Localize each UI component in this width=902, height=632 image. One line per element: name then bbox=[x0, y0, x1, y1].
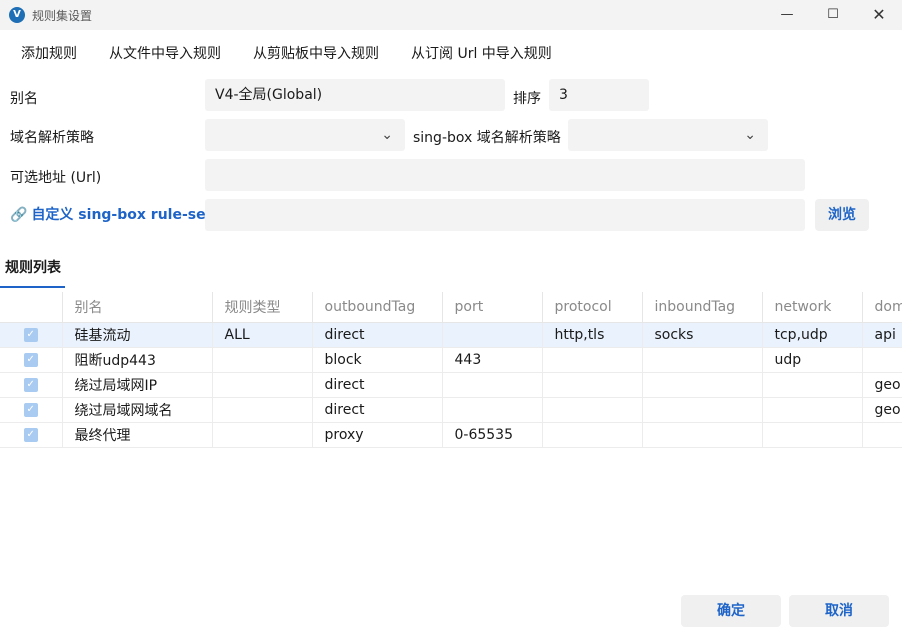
table-cell: 绕过局域网IP bbox=[62, 372, 213, 398]
column-header[interactable]: protocol bbox=[542, 292, 643, 323]
table-cell bbox=[642, 347, 763, 373]
ruleset-link[interactable]: 🔗 自定义 sing-box rule-set bbox=[10, 204, 212, 224]
window-title: 规则集设置 bbox=[32, 9, 93, 23]
table-row[interactable]: ✓ 绕过局域网域名 direct geo bbox=[0, 397, 902, 423]
table-cell bbox=[542, 397, 643, 423]
table-cell bbox=[862, 347, 902, 373]
import-from-file-button[interactable]: 从文件中导入规则 bbox=[109, 43, 221, 63]
table-row[interactable]: ✓ 阻断udp443 block 443 udp bbox=[0, 347, 902, 373]
table-cell: socks bbox=[642, 322, 763, 348]
table-cell: 硅基流动 bbox=[62, 322, 213, 348]
title-bar[interactable]: V 规则集设置 — ☐ ✕ bbox=[0, 0, 902, 30]
column-header[interactable]: port bbox=[442, 292, 543, 323]
import-from-clipboard-button[interactable]: 从剪贴板中导入规则 bbox=[253, 43, 379, 63]
table-cell: ALL bbox=[212, 322, 313, 348]
column-header[interactable]: 规则类型 bbox=[212, 292, 313, 323]
checkbox-checked-icon[interactable]: ✓ bbox=[23, 327, 38, 342]
row-checkbox-cell[interactable]: ✓ bbox=[0, 372, 63, 398]
table-cell: tcp,udp bbox=[762, 322, 863, 348]
alias-input[interactable]: V4-全局(Global) bbox=[205, 79, 505, 111]
add-rule-button[interactable]: 添加规则 bbox=[21, 43, 77, 63]
column-header[interactable] bbox=[0, 292, 63, 323]
table-cell bbox=[762, 372, 863, 398]
table-cell: geo bbox=[862, 372, 902, 398]
table-row[interactable]: ✓ 绕过局域网IP direct geo bbox=[0, 372, 902, 398]
sort-label: 排序 bbox=[513, 91, 541, 107]
table-cell bbox=[642, 397, 763, 423]
ruleset-label: 自定义 sing-box rule-set bbox=[31, 207, 213, 223]
row-checkbox-cell[interactable]: ✓ bbox=[0, 397, 63, 423]
singbox-strategy-select[interactable]: ⌄ bbox=[568, 119, 768, 151]
tab-indicator bbox=[0, 286, 65, 288]
table-cell bbox=[442, 397, 543, 423]
row-checkbox-cell[interactable]: ✓ bbox=[0, 422, 63, 448]
table-cell: direct bbox=[312, 397, 443, 423]
table-header: 别名 规则类型 outboundTag port protocol inboun… bbox=[0, 292, 902, 323]
import-from-url-button[interactable]: 从订阅 Url 中导入规则 bbox=[411, 43, 552, 63]
url-input[interactable] bbox=[205, 159, 805, 191]
minimize-icon[interactable]: — bbox=[764, 0, 810, 30]
table-row[interactable]: ✓ 硅基流动 ALL direct http,tls socks tcp,udp… bbox=[0, 322, 902, 348]
close-icon[interactable]: ✕ bbox=[856, 0, 902, 30]
table-cell bbox=[762, 422, 863, 448]
table-cell: proxy bbox=[312, 422, 443, 448]
table-cell bbox=[642, 372, 763, 398]
domain-strategy-label: 域名解析策略 bbox=[10, 130, 94, 146]
ruleset-input[interactable] bbox=[205, 199, 805, 231]
table-cell: 443 bbox=[442, 347, 543, 373]
table-cell: 阻断udp443 bbox=[62, 347, 213, 373]
table-cell bbox=[542, 347, 643, 373]
ok-button[interactable]: 确定 bbox=[681, 595, 781, 627]
row-checkbox-cell[interactable]: ✓ bbox=[0, 322, 63, 348]
table-cell bbox=[542, 422, 643, 448]
table-cell: direct bbox=[312, 322, 443, 348]
singbox-strategy-label: sing-box 域名解析策略 bbox=[413, 130, 561, 146]
table-cell bbox=[642, 422, 763, 448]
sort-input[interactable]: 3 bbox=[549, 79, 649, 111]
app-logo-icon: V bbox=[9, 7, 25, 23]
table-cell: 绕过局域网域名 bbox=[62, 397, 213, 423]
rules-table[interactable]: 别名 规则类型 outboundTag port protocol inboun… bbox=[0, 292, 902, 449]
table-cell bbox=[442, 322, 543, 348]
table-row[interactable]: ✓ 最终代理 proxy 0-65535 bbox=[0, 422, 902, 448]
checkbox-checked-icon[interactable]: ✓ bbox=[23, 377, 38, 392]
column-header[interactable]: inboundTag bbox=[642, 292, 763, 323]
column-header[interactable]: outboundTag bbox=[312, 292, 443, 323]
table-cell bbox=[212, 372, 313, 398]
table-cell: geo bbox=[862, 397, 902, 423]
table-cell bbox=[442, 372, 543, 398]
row-checkbox-cell[interactable]: ✓ bbox=[0, 347, 63, 373]
table-cell bbox=[542, 372, 643, 398]
table-cell: http,tls bbox=[542, 322, 643, 348]
chevron-down-icon: ⌄ bbox=[381, 127, 393, 143]
url-label: 可选地址 (Url) bbox=[10, 170, 102, 186]
column-header[interactable]: domain bbox=[862, 292, 902, 323]
checkbox-checked-icon[interactable]: ✓ bbox=[23, 427, 38, 442]
tab-rule-list[interactable]: 规则列表 bbox=[5, 257, 61, 277]
link-icon: 🔗 bbox=[10, 207, 28, 223]
column-header[interactable]: 别名 bbox=[62, 292, 213, 323]
cancel-button[interactable]: 取消 bbox=[789, 595, 889, 627]
table-cell bbox=[212, 397, 313, 423]
table-cell: udp bbox=[762, 347, 863, 373]
table-cell: 最终代理 bbox=[62, 422, 213, 448]
chevron-down-icon: ⌄ bbox=[744, 127, 756, 143]
checkbox-checked-icon[interactable]: ✓ bbox=[23, 352, 38, 367]
browse-button[interactable]: 浏览 bbox=[815, 199, 869, 231]
domain-strategy-select[interactable]: ⌄ bbox=[205, 119, 405, 151]
table-cell: 0-65535 bbox=[442, 422, 543, 448]
table-cell bbox=[862, 422, 902, 448]
table-cell: direct bbox=[312, 372, 443, 398]
column-header[interactable]: network bbox=[762, 292, 863, 323]
table-cell: block bbox=[312, 347, 443, 373]
alias-label: 别名 bbox=[10, 91, 38, 107]
table-cell: api bbox=[862, 322, 902, 348]
table-cell bbox=[212, 422, 313, 448]
table-cell bbox=[212, 347, 313, 373]
maximize-icon[interactable]: ☐ bbox=[810, 0, 856, 30]
table-cell bbox=[762, 397, 863, 423]
checkbox-checked-icon[interactable]: ✓ bbox=[23, 402, 38, 417]
